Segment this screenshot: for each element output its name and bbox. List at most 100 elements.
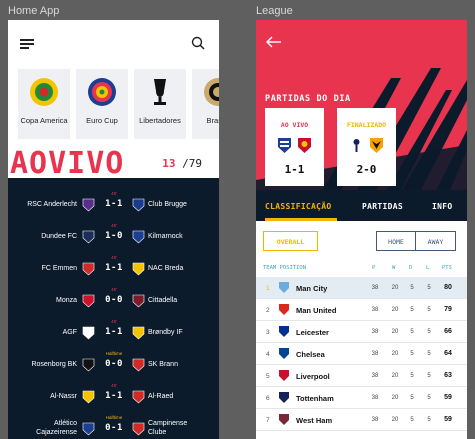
match-score: 1-1 xyxy=(105,263,123,273)
match-minute: 45' xyxy=(111,287,117,292)
home-team-crest-icon xyxy=(82,294,95,308)
standings-row[interactable]: 3 Leicester 38 20 5 5 66 xyxy=(256,321,467,343)
tab-classificacao[interactable]: CLASSIFICAÇÃO xyxy=(265,202,332,211)
match-score: 1-1 xyxy=(284,163,305,176)
team-crest-icon xyxy=(279,414,289,425)
points: 59 xyxy=(444,416,452,423)
standings-row[interactable]: 1 Man City 38 20 5 5 80 xyxy=(256,277,467,299)
live-match-row[interactable]: FC Emmen 45' 1-1 NAC Breda xyxy=(8,255,219,284)
live-match-row[interactable]: AGF 45' 1-1 Brøndby IF xyxy=(8,319,219,348)
overall-filter-button[interactable]: OVERALL xyxy=(263,231,318,251)
home-app-frame-label: Home App xyxy=(8,5,60,17)
match-status-tag: AO VIVO xyxy=(280,121,309,129)
match-score: 0-0 xyxy=(105,295,123,305)
away-team-name: Brøndby IF xyxy=(148,329,183,336)
tottenham-crest-icon xyxy=(353,139,360,152)
search-icon[interactable] xyxy=(191,36,205,50)
home-team-name: AGF xyxy=(62,329,77,336)
standings-row[interactable]: 4 Chelsea 38 20 5 5 64 xyxy=(256,343,467,365)
live-match-row[interactable]: Al-Nassr 45' 1-1 Al-Raed xyxy=(8,383,219,412)
liverpool-crest-icon xyxy=(298,138,311,153)
match-status-tag: FINALIZADO xyxy=(346,121,387,129)
draws: 5 xyxy=(410,373,414,379)
back-arrow-icon[interactable] xyxy=(266,36,282,48)
tab-info[interactable]: INFO xyxy=(432,202,452,211)
live-match-list: RSC Anderlecht 45' 1-1 Club Brugge Dundee FC… xyxy=(8,178,219,439)
played: 38 xyxy=(371,417,379,423)
away-team-crest-icon xyxy=(132,390,145,404)
home-filter-button[interactable]: HOME xyxy=(376,231,416,251)
live-match-row[interactable]: Rosenborg BK Halftime 0-0 SK Brann xyxy=(8,351,219,380)
losses: 5 xyxy=(427,373,431,379)
wins: 20 xyxy=(391,373,399,379)
away-team-crest-icon xyxy=(132,198,145,212)
losses: 5 xyxy=(427,307,431,313)
live-section-title: AOVIVO xyxy=(10,146,125,181)
draws: 5 xyxy=(410,351,414,357)
team-position: 7 xyxy=(266,417,270,424)
draws: 5 xyxy=(410,395,414,401)
match-score: 1-1 xyxy=(105,327,123,337)
league-screen: PARTIDAS DO DIA AO VIVO 1-1 FINALIZADO 2… xyxy=(256,20,467,439)
match-minute: 45' xyxy=(111,319,117,324)
team-name: Chelsea xyxy=(296,350,325,359)
match-minute: 45' xyxy=(111,191,117,196)
away-team-crest-icon xyxy=(132,230,145,244)
live-match-row[interactable]: RSC Anderlecht 45' 1-1 Club Brugge xyxy=(8,191,219,220)
team-crest-icon xyxy=(279,282,289,293)
tab-partidas[interactable]: PARTIDAS xyxy=(362,202,403,211)
match-score: 1-1 xyxy=(105,391,123,401)
team-crest-icon xyxy=(279,304,289,315)
standings-row[interactable]: 5 Liverpool 38 20 5 5 63 xyxy=(256,365,467,387)
away-team-name: SK Brann xyxy=(148,361,178,368)
competition-card[interactable]: Copa America xyxy=(18,69,70,139)
losses: 5 xyxy=(427,329,431,335)
played: 38 xyxy=(371,307,379,313)
live-match-row[interactable]: Atlético Cajazeirense Halftime 0-1 Campinen… xyxy=(8,415,219,439)
competition-card[interactable]: Euro Cup xyxy=(76,69,128,139)
west-brom-crest-icon xyxy=(278,138,291,153)
match-card[interactable]: AO VIVO 1-1 xyxy=(265,108,324,186)
team-name: Man United xyxy=(296,306,337,315)
match-score: 0-0 xyxy=(105,359,123,369)
draws: 5 xyxy=(410,307,414,313)
home-team-crest-icon xyxy=(82,390,95,404)
team-crest-icon xyxy=(279,326,289,337)
hamburger-menu-icon[interactable] xyxy=(20,39,34,49)
home-team-crest-icon xyxy=(82,262,95,276)
competition-name: Brasile xyxy=(206,116,219,125)
team-name: Leicester xyxy=(296,328,329,337)
match-minute: Halftime xyxy=(105,415,123,420)
home-team-name: Al-Nassr xyxy=(50,393,77,400)
standings-row[interactable]: 2 Man United 38 20 5 5 79 xyxy=(256,299,467,321)
team-name: Man City xyxy=(296,284,328,293)
away-team-crest-icon xyxy=(132,422,145,436)
competition-name: Copa America xyxy=(20,116,68,125)
competition-name: Euro Cup xyxy=(86,116,118,125)
competition-carousel[interactable]: Copa America Euro Cup Libertadores Brasi… xyxy=(18,69,219,139)
points: 79 xyxy=(444,306,452,313)
away-team-crest-icon xyxy=(132,262,145,276)
competition-card[interactable]: Brasile xyxy=(192,69,219,139)
competition-card[interactable]: Libertadores xyxy=(134,69,186,139)
away-team-name: Campinense Clube xyxy=(148,420,188,436)
standings-row[interactable]: 7 West Ham 38 20 5 5 59 xyxy=(256,409,467,431)
home-team-name: RSC Anderlecht xyxy=(27,201,77,208)
losses: 5 xyxy=(427,417,431,423)
team-crest-icon xyxy=(279,348,289,359)
standings-row[interactable]: 6 Tottenham 38 20 5 5 59 xyxy=(256,387,467,409)
active-tab-indicator xyxy=(265,218,337,221)
col-team: TEAM POSITION xyxy=(263,265,307,271)
matches-of-the-day-title: PARTIDAS DO DIA xyxy=(265,94,351,104)
away-filter-button[interactable]: AWAY xyxy=(416,231,456,251)
match-card[interactable]: FINALIZADO 2-0 xyxy=(337,108,396,186)
live-match-row[interactable]: Dundee FC 45' 1-0 Kilmarnock xyxy=(8,223,219,252)
points: 64 xyxy=(444,350,452,357)
home-team-crest-icon xyxy=(82,422,95,436)
col-w: W xyxy=(392,265,396,271)
points: 80 xyxy=(444,284,452,291)
away-team-name: NAC Breda xyxy=(148,265,184,272)
home-team-crest-icon xyxy=(82,198,95,212)
home-team-crest-icon xyxy=(82,230,95,244)
live-match-row[interactable]: Monza 45' 0-0 Cittadella xyxy=(8,287,219,316)
